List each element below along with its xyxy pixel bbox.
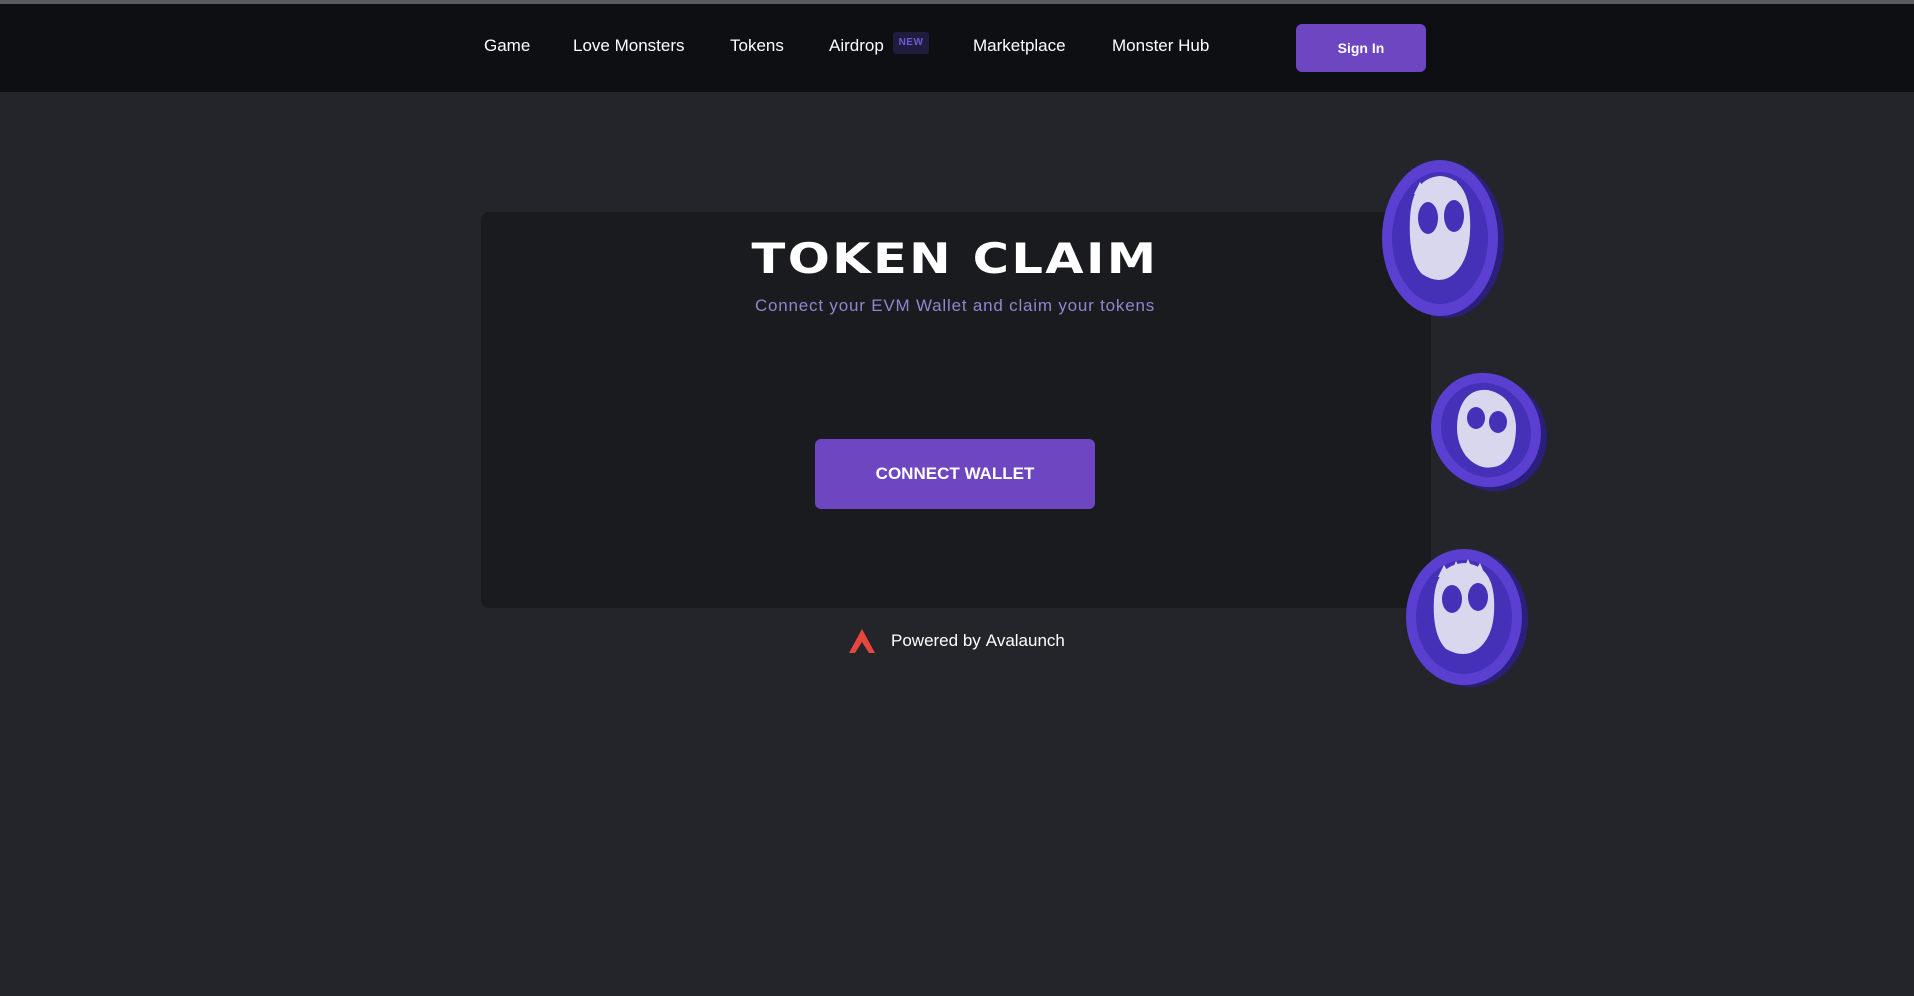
nav-item-monster-hub[interactable]: Monster Hub — [1112, 34, 1209, 58]
new-badge: NEW — [893, 32, 929, 54]
powered-by: Powered by Avalaunch — [848, 627, 1065, 655]
nav-item-airdrop[interactable]: Airdrop — [829, 34, 884, 58]
nav-item-marketplace[interactable]: Marketplace — [973, 34, 1066, 58]
page-subtitle: Connect your EVM Wallet and claim your t… — [754, 296, 1156, 315]
top-navbar: Game Love Monsters Tokens Airdrop NEW Ma… — [0, 4, 1914, 92]
powered-by-prefix: Powered by — [891, 631, 981, 650]
sign-in-button[interactable]: Sign In — [1296, 24, 1426, 72]
nav-item-tokens[interactable]: Tokens — [730, 34, 784, 58]
nav-item-game[interactable]: Game — [484, 34, 530, 58]
monster-coin-icon — [1431, 372, 1547, 492]
monster-coin-icon — [1406, 549, 1528, 687]
monster-coin-icon — [1382, 160, 1504, 318]
avalaunch-logo-icon — [849, 629, 875, 653]
nav-item-love-monsters[interactable]: Love Monsters — [573, 34, 685, 58]
connect-wallet-button[interactable]: CONNECT WALLET — [815, 439, 1095, 509]
page-title: TOKEN CLAIM — [751, 234, 1159, 283]
avalaunch-link[interactable]: Avalaunch — [986, 631, 1065, 651]
